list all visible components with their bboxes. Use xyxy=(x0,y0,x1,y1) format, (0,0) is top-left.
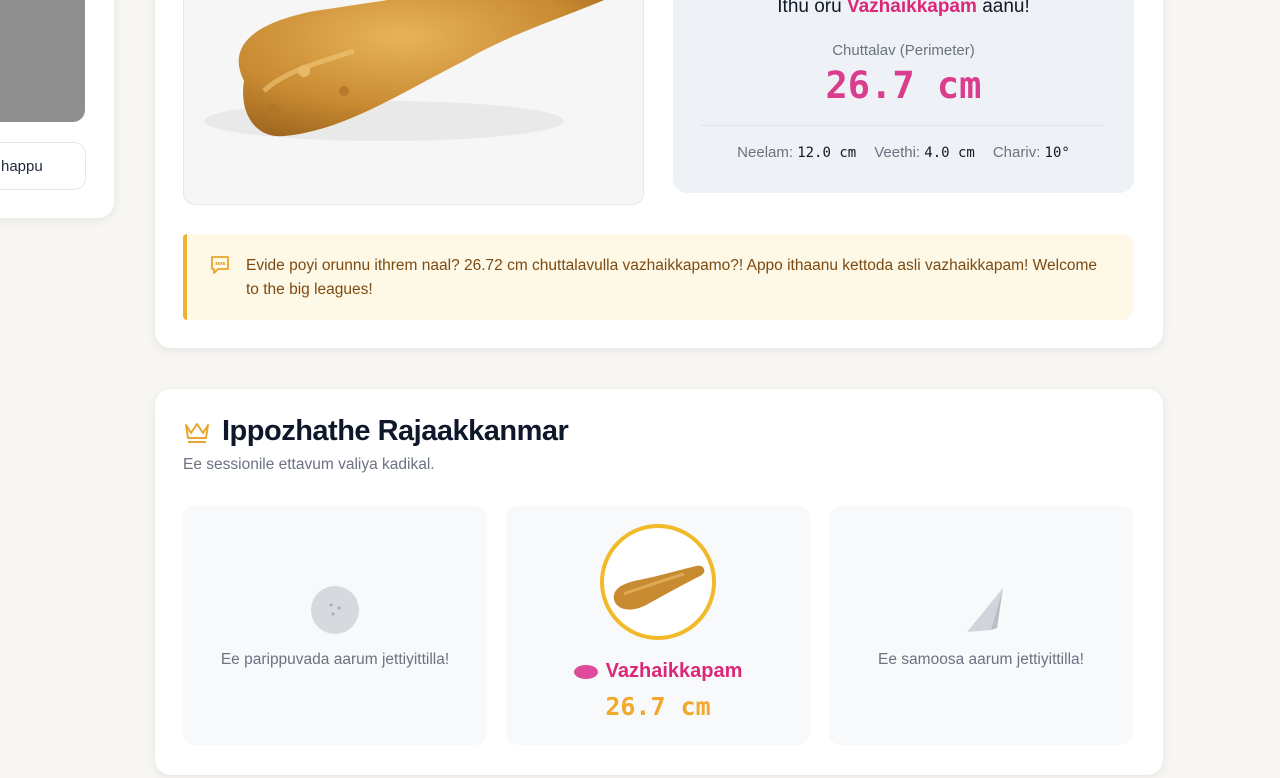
angle-stat: Chariv: 10° xyxy=(993,144,1070,161)
capture-panel: happu xyxy=(0,0,114,218)
leaderboard-slot-parippuvada: Ee parippuvada aarum jettiyittilla! xyxy=(183,506,487,745)
leaderboard-slot-vazhaikkapam: Vazhaikkapam 26.7 cm xyxy=(506,506,810,745)
camera-preview xyxy=(0,0,85,122)
vazhaikkapam-photo xyxy=(204,0,605,141)
comment-text: Evide poyi orunnu ithrem naal? 26.72 cm … xyxy=(246,257,1097,298)
leaderboard-slot-samoosa: Ee samoosa aarum jettiyittilla! xyxy=(829,506,1133,745)
width-value: 4.0 cm xyxy=(924,145,975,161)
leaderboard-subtitle: Ee sessionile ettavum valiya kadikal. xyxy=(183,456,435,473)
dimensions-row: Neelam: 12.0 cm Veethi: 4.0 cm Chariv: 1… xyxy=(673,144,1134,161)
parippuvada-icon xyxy=(311,586,359,634)
length-value: 12.0 cm xyxy=(797,145,857,161)
angle-label: Chariv: xyxy=(992,144,1041,161)
empty-slot-text: Ee samoosa aarum jettiyittilla! xyxy=(878,651,1084,668)
length-stat: Neelam: 12.0 cm xyxy=(737,144,856,161)
verdict-suffix: aanu! xyxy=(982,0,1030,17)
perimeter-value: 26.7 cm xyxy=(825,64,982,107)
champion-avatar xyxy=(600,524,716,640)
empty-slot-text: Ee parippuvada aarum jettiyittilla! xyxy=(220,651,450,668)
perimeter-label: Chuttalav (Perimeter) xyxy=(832,42,975,59)
pink-pill-icon xyxy=(573,664,598,679)
leaderboard-card: Ippozhathe Rajaakkanmar Ee sessionile et… xyxy=(155,389,1163,775)
width-stat: Veethi: 4.0 cm xyxy=(874,144,975,161)
crown-icon xyxy=(185,423,209,443)
measurement-panel: Ithu oru Vazhaikkapam aanu! Chuttalav (P… xyxy=(673,0,1134,193)
champion-value: 26.7 cm xyxy=(605,692,711,721)
food-photo xyxy=(183,0,644,205)
champion-name: Vazhaikkapam xyxy=(506,660,810,683)
verdict-prefix: Ithu oru xyxy=(777,0,842,17)
quote-bubble-icon xyxy=(211,256,229,274)
verdict-text: Ithu oru Vazhaikkapam aanu! xyxy=(673,0,1134,18)
angle-value: 10° xyxy=(1044,145,1070,161)
samoosa-icon xyxy=(967,588,1003,632)
champion-name-label: Vazhaikkapam xyxy=(605,660,743,682)
result-card: Ithu oru Vazhaikkapam aanu! Chuttalav (P… xyxy=(155,0,1163,348)
verdict-food-name: Vazhaikkapam xyxy=(846,0,977,17)
capture-button-label: happu xyxy=(1,157,43,175)
width-label: Veethi: xyxy=(874,144,921,161)
capture-button[interactable]: happu xyxy=(0,142,86,190)
vazhaikkapam-icon xyxy=(613,565,705,610)
comment-box: Evide poyi orunnu ithrem naal? 26.72 cm … xyxy=(183,234,1134,320)
leaderboard-title: Ippozhathe Rajaakkanmar xyxy=(222,415,569,447)
divider xyxy=(701,125,1106,126)
length-label: Neelam: xyxy=(737,144,794,161)
